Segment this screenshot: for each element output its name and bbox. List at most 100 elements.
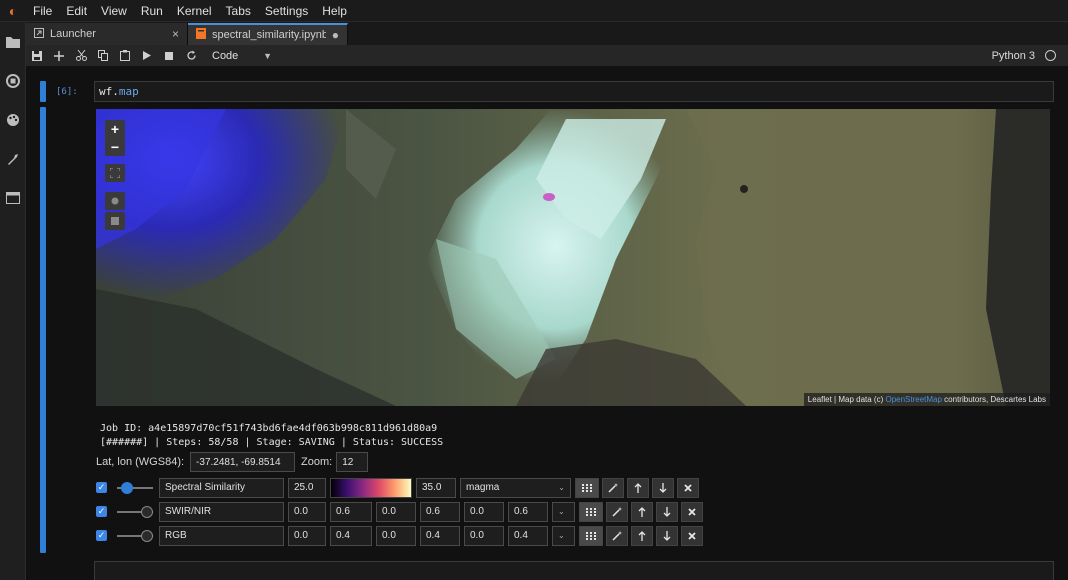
- layer-name-field[interactable]: SWIR/NIR: [159, 501, 284, 522]
- slider-knob[interactable]: [141, 529, 153, 542]
- unsaved-dot-icon[interactable]: ●: [332, 28, 339, 42]
- red-max-field[interactable]: 0.4: [330, 525, 372, 546]
- output-collapser[interactable]: [40, 107, 46, 553]
- attribution-suffix: contributors, Descartes Labs: [941, 395, 1046, 404]
- colormap-value: magma: [466, 482, 500, 493]
- colormap-select[interactable]: ⌄: [552, 501, 575, 522]
- notebook-icon: [196, 28, 206, 42]
- range-value: 0.0: [382, 506, 396, 517]
- opacity-slider[interactable]: [117, 481, 153, 495]
- left-sidebar: [0, 22, 26, 580]
- opacity-slider[interactable]: [117, 505, 153, 519]
- fullscreen-icon[interactable]: [105, 164, 125, 182]
- stop-button[interactable]: [158, 45, 180, 67]
- blue-max-field[interactable]: 0.6: [508, 501, 548, 522]
- copy-button[interactable]: [92, 45, 114, 67]
- move-up-button[interactable]: [627, 477, 649, 498]
- folder-icon[interactable]: [0, 22, 26, 61]
- menu-file[interactable]: File: [26, 0, 59, 22]
- coords-field[interactable]: -37.2481, -69.8514: [190, 452, 296, 472]
- red-min-field[interactable]: 0.0: [288, 525, 326, 546]
- range-value: 0.0: [382, 530, 396, 541]
- range-value: 0.6: [336, 506, 350, 517]
- remove-layer-button[interactable]: [681, 501, 703, 522]
- colormap-select[interactable]: magma ⌄: [460, 477, 571, 498]
- menu-run[interactable]: Run: [134, 0, 170, 22]
- move-down-button[interactable]: [652, 477, 674, 498]
- green-min-field[interactable]: 0.0: [376, 501, 416, 522]
- slider-knob[interactable]: [121, 481, 133, 494]
- run-button[interactable]: [136, 45, 158, 67]
- layer-row-rgb: ✓ RGB 0.0 0.4 0.0 0.4 0.0 0.4 ⌄: [96, 525, 706, 546]
- draw-square-icon[interactable]: [105, 212, 125, 230]
- map-attribution: Leaflet | Map data (c) OpenStreetMap con…: [803, 393, 1050, 406]
- code-object: wf: [99, 85, 113, 98]
- layer-name: SWIR/NIR: [165, 506, 212, 517]
- blue-max-field[interactable]: 0.4: [508, 525, 548, 546]
- map-view[interactable]: + − Leaflet | Map data (c) OpenStreetMap…: [96, 109, 1050, 406]
- layer-visible-checkbox[interactable]: ✓: [96, 482, 107, 493]
- vmin-field[interactable]: 25.0: [288, 477, 326, 498]
- menu-tabs[interactable]: Tabs: [219, 0, 258, 22]
- move-down-button[interactable]: [656, 525, 678, 546]
- remove-layer-button[interactable]: [681, 525, 703, 546]
- cut-button[interactable]: [70, 45, 92, 67]
- slider-knob[interactable]: [141, 505, 153, 518]
- layer-name-field[interactable]: Spectral Similarity: [159, 477, 284, 498]
- menu-help[interactable]: Help: [315, 0, 354, 22]
- menu-view[interactable]: View: [94, 0, 134, 22]
- job-status-line: [######] | Steps: 58/58 | Stage: SAVING …: [100, 437, 444, 448]
- menu-edit[interactable]: Edit: [59, 0, 94, 22]
- kernel-name[interactable]: Python 3: [992, 50, 1035, 62]
- menu-settings[interactable]: Settings: [258, 0, 315, 22]
- tab-notebook[interactable]: spectral_similarity.ipynb ●: [188, 23, 348, 45]
- move-up-button[interactable]: [631, 525, 653, 546]
- blue-min-field[interactable]: 0.0: [464, 501, 504, 522]
- draw-point-icon[interactable]: [105, 192, 125, 210]
- paste-button[interactable]: [114, 45, 136, 67]
- grid-button[interactable]: [575, 477, 599, 498]
- magic-wand-button[interactable]: [606, 525, 628, 546]
- satellite-imagery: [96, 109, 1050, 406]
- opacity-slider[interactable]: [117, 529, 153, 543]
- blue-min-field[interactable]: 0.0: [464, 525, 504, 546]
- red-min-field[interactable]: 0.0: [288, 501, 326, 522]
- colormap-select[interactable]: ⌄: [552, 525, 575, 546]
- green-max-field[interactable]: 0.4: [420, 525, 460, 546]
- grid-button[interactable]: [579, 525, 603, 546]
- insert-cell-button[interactable]: [48, 45, 70, 67]
- wrench-icon[interactable]: [0, 139, 26, 178]
- grid-button[interactable]: [579, 501, 603, 522]
- magic-wand-button[interactable]: [606, 501, 628, 522]
- palette-icon[interactable]: [0, 100, 26, 139]
- layer-visible-checkbox[interactable]: ✓: [96, 506, 107, 517]
- remove-layer-button[interactable]: [677, 477, 699, 498]
- move-up-button[interactable]: [631, 501, 653, 522]
- save-button[interactable]: [26, 45, 48, 67]
- magic-wand-button[interactable]: [602, 477, 624, 498]
- cell-type-select[interactable]: Code ▼: [212, 50, 272, 62]
- red-max-field[interactable]: 0.6: [330, 501, 372, 522]
- zoom-in-button[interactable]: +: [105, 120, 125, 138]
- range-value: 0.4: [426, 530, 440, 541]
- running-icon[interactable]: [0, 61, 26, 100]
- tabs-icon[interactable]: [0, 178, 26, 217]
- green-max-field[interactable]: 0.6: [420, 501, 460, 522]
- attribution-link[interactable]: OpenStreetMap: [885, 395, 941, 404]
- launcher-icon: [34, 27, 44, 41]
- menu-kernel[interactable]: Kernel: [170, 0, 219, 22]
- tab-launcher[interactable]: Launcher ×: [26, 23, 188, 45]
- code-input[interactable]: wf. map: [94, 81, 1054, 102]
- green-min-field[interactable]: 0.0: [376, 525, 416, 546]
- restart-button[interactable]: [180, 45, 202, 67]
- vmax-field[interactable]: 35.0: [416, 477, 456, 498]
- next-cell-input[interactable]: [94, 561, 1054, 580]
- layer-visible-checkbox[interactable]: ✓: [96, 530, 107, 541]
- zoom-field[interactable]: 12: [336, 452, 369, 472]
- layer-name-field[interactable]: RGB: [159, 525, 284, 546]
- input-collapser[interactable]: [40, 81, 46, 102]
- close-icon[interactable]: ×: [172, 27, 179, 41]
- chevron-down-icon: ⌄: [558, 531, 565, 540]
- zoom-out-button[interactable]: −: [105, 138, 125, 156]
- move-down-button[interactable]: [656, 501, 678, 522]
